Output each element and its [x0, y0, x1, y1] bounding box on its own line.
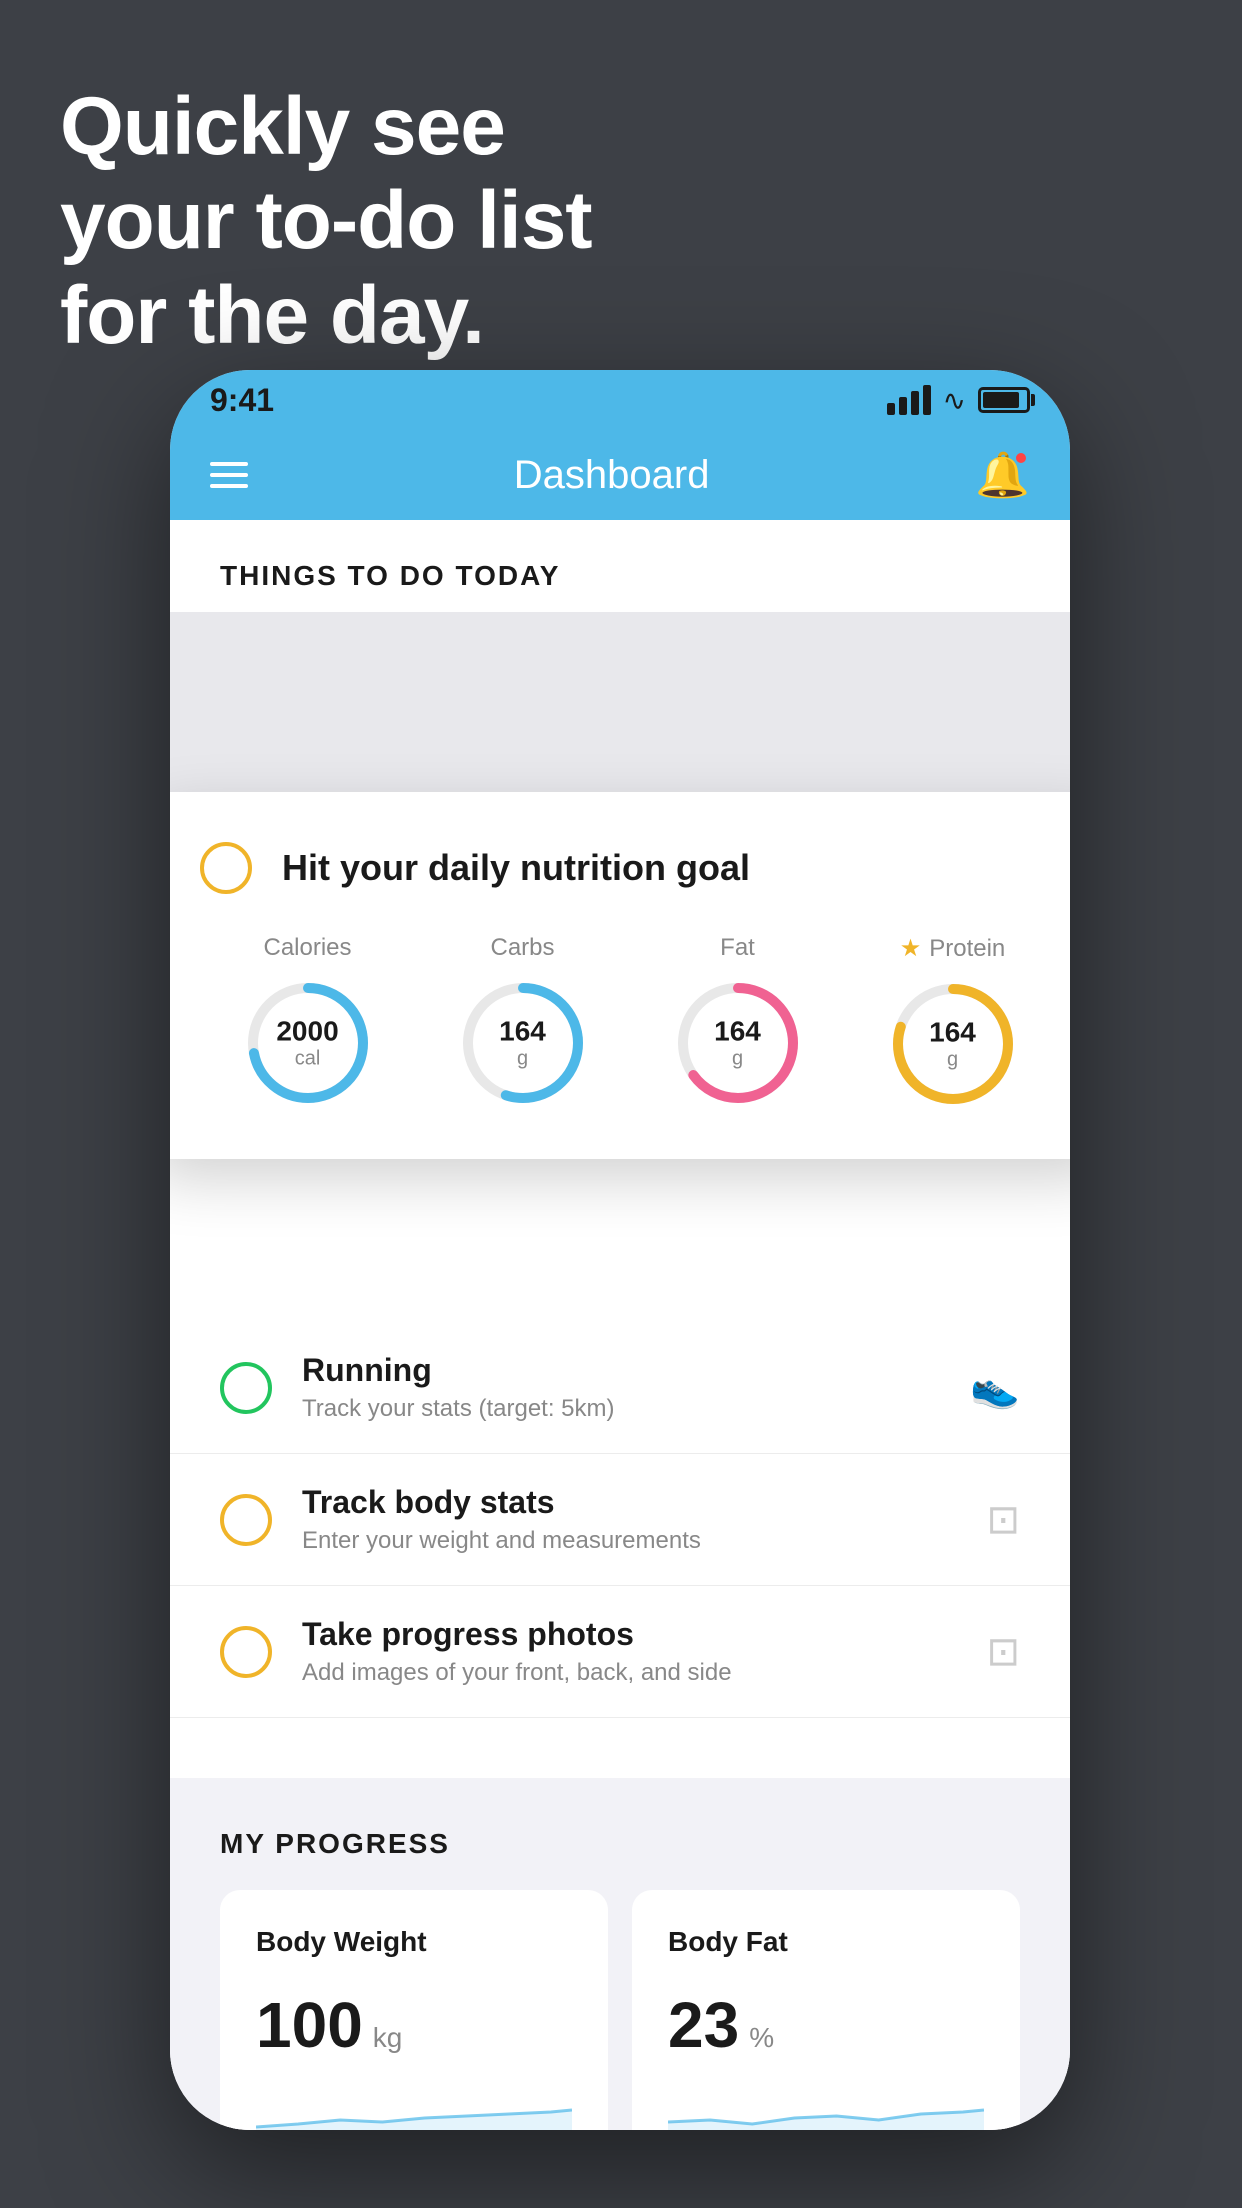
todo-item-running[interactable]: Running Track your stats (target: 5km) 👟 [170, 1322, 1070, 1454]
status-icons: ∿ [887, 384, 1030, 417]
fat-ring: 164 g [673, 978, 803, 1108]
todo-item-bodystats[interactable]: Track body stats Enter your weight and m… [170, 1454, 1070, 1586]
spacer [170, 1718, 1070, 1778]
running-shoe-icon: 👟 [970, 1364, 1020, 1411]
status-time: 9:41 [210, 382, 274, 419]
nutrition-card: Hit your daily nutrition goal Calories [170, 792, 1070, 1159]
status-bar: 9:41 ∿ [170, 370, 1070, 430]
body-weight-chart [256, 2082, 572, 2130]
todo-running-sub: Track your stats (target: 5km) [302, 1395, 940, 1423]
progress-section: MY PROGRESS Body Weight 100 kg [170, 1778, 1070, 2130]
carbs-ring: 164 g [458, 978, 588, 1108]
todo-list: Running Track your stats (target: 5km) 👟… [170, 1322, 1070, 1778]
notification-dot [1014, 451, 1028, 465]
carbs-label: Carbs [490, 934, 554, 962]
body-weight-value: 100 kg [256, 1988, 572, 2062]
protein-label: ★ Protein [900, 934, 1006, 963]
fat-label: Fat [720, 934, 755, 962]
battery-icon [978, 387, 1030, 413]
todo-bodystats-sub: Enter your weight and measurements [302, 1527, 956, 1555]
headline: Quickly see your to-do list for the day. [60, 80, 592, 363]
protein-item: ★ Protein 164 g [888, 934, 1018, 1109]
hamburger-menu[interactable] [210, 462, 248, 488]
star-icon: ★ [900, 934, 922, 963]
calories-item: Calories 2000 cal [243, 934, 373, 1108]
nav-bar: Dashboard 🔔 [170, 430, 1070, 520]
progress-section-title: MY PROGRESS [220, 1828, 1020, 1860]
phone-frame: 9:41 ∿ Dashboard 🔔 [170, 370, 1070, 2130]
fat-item: Fat 164 g [673, 934, 803, 1108]
things-section-header: THINGS TO DO TODAY [170, 520, 1070, 612]
photos-checkbox[interactable] [220, 1626, 272, 1678]
todo-photos-name: Take progress photos [302, 1616, 956, 1653]
carbs-item: Carbs 164 g [458, 934, 588, 1108]
scroll-content: THINGS TO DO TODAY Hit your daily nutrit… [170, 520, 1070, 2130]
nutrition-card-title: Hit your daily nutrition goal [282, 847, 750, 889]
things-section-title: THINGS TO DO TODAY [220, 560, 1020, 592]
notification-bell-icon[interactable]: 🔔 [975, 449, 1030, 501]
body-weight-label: Body Weight [256, 1926, 572, 1958]
progress-cards: Body Weight 100 kg [220, 1890, 1020, 2130]
calories-label: Calories [263, 934, 351, 962]
protein-ring: 164 g [888, 979, 1018, 1109]
body-fat-label: Body Fat [668, 1926, 984, 1958]
scale-icon: ⊡ [986, 1497, 1020, 1543]
card-header: Hit your daily nutrition goal [200, 842, 1060, 894]
nutrition-checkbox[interactable] [200, 842, 252, 894]
nutrition-grid: Calories 2000 cal [200, 934, 1060, 1109]
photo-icon: ⊡ [986, 1629, 1020, 1675]
calories-ring: 2000 cal [243, 978, 373, 1108]
todo-running-name: Running [302, 1352, 940, 1389]
nav-title: Dashboard [514, 453, 710, 498]
body-fat-value: 23 % [668, 1988, 984, 2062]
body-fat-card[interactable]: Body Fat 23 % [632, 1890, 1020, 2130]
bodystats-checkbox[interactable] [220, 1494, 272, 1546]
todo-photos-sub: Add images of your front, back, and side [302, 1659, 956, 1687]
signal-icon [887, 385, 931, 415]
running-checkbox[interactable] [220, 1362, 272, 1414]
todo-item-photos[interactable]: Take progress photos Add images of your … [170, 1586, 1070, 1718]
todo-bodystats-name: Track body stats [302, 1484, 956, 1521]
body-fat-chart [668, 2082, 984, 2130]
body-weight-card[interactable]: Body Weight 100 kg [220, 1890, 608, 2130]
wifi-icon: ∿ [943, 384, 966, 417]
